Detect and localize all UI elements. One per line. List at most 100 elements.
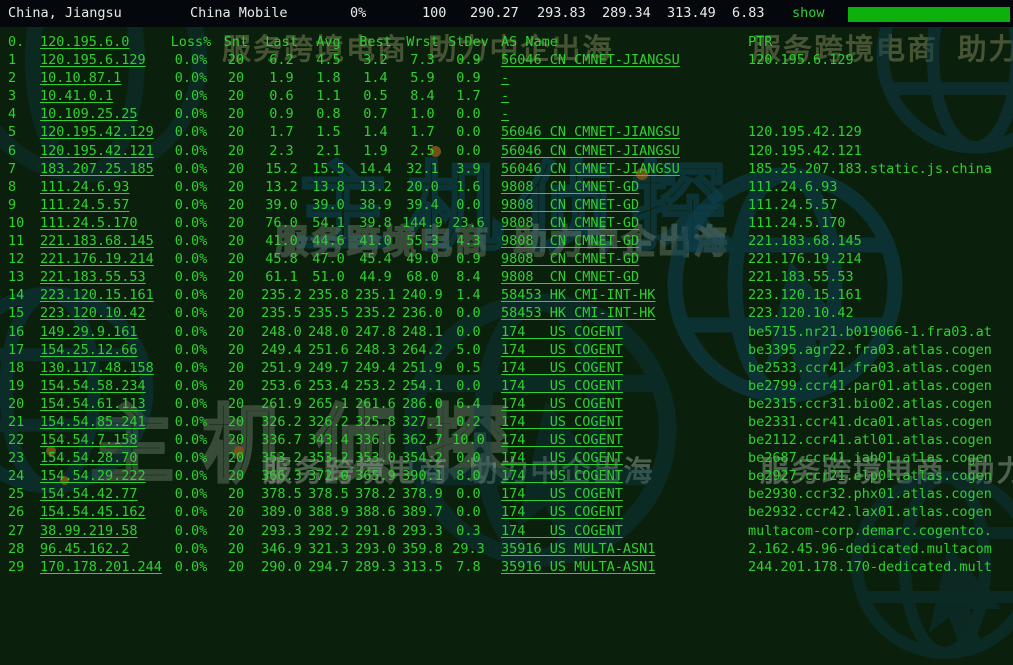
asname-link[interactable]: 58453 HK CMI-INT-HK [491,304,748,322]
snt-cell: 20 [227,70,245,87]
host-ip-link[interactable]: 223.120.10.42 [40,304,168,322]
asname-link[interactable]: 174 US COGENT [491,377,748,395]
asname-link[interactable]: 174 US COGENT [491,522,748,540]
asname-link[interactable]: - [491,105,748,123]
stdev-cell: 0.0 [456,486,481,503]
stdev-cell: 0.9 [456,52,481,69]
host-ip-link[interactable]: 154.54.29.222 [40,467,168,485]
host-ip-link[interactable]: 10.41.0.1 [40,87,168,105]
asname-link[interactable]: 56046 CN CMNET-JIANGSU [491,160,748,178]
best-cell: 249.4 [355,359,396,376]
host-ip-link[interactable]: 154.25.12.66 [40,341,168,359]
host-ip-link[interactable]: 130.117.48.158 [40,359,168,377]
wrst-cell: 354.2 [402,450,443,467]
host-ip-link[interactable]: 120.195.42.121 [40,142,168,160]
asname-link[interactable]: 174 US COGENT [491,323,748,341]
stdev-cell: 8.0 [456,468,481,485]
host-ip-link[interactable]: 221.183.68.145 [40,232,168,250]
loss-cell: 0.0% [174,52,208,69]
host-ip-link-header[interactable]: 120.195.6.0 [40,33,168,51]
asname-link[interactable]: 58453 HK CMI-INT-HK [491,286,748,304]
host-ip-link[interactable]: 120.195.42.129 [40,123,168,141]
best-cell: 38.9 [359,196,392,213]
asname-link[interactable]: 174 US COGENT [491,341,748,359]
summary-bar: China, Jiangsu China Mobile 0% 100 290.2… [0,0,1013,27]
asname-link[interactable]: 9808 CN CMNET-GD [491,250,748,268]
snt-cell: 20 [227,196,245,213]
avg-cell: 13.8 [312,178,345,195]
asname-link[interactable]: 35916 US MULTA-ASN1 [491,558,748,576]
hop-number: 13 [8,269,25,286]
host-ip-link[interactable]: 120.195.6.129 [40,51,168,69]
wrst-cell: 32.1 [406,160,439,177]
host-ip-link[interactable]: 154.54.45.162 [40,503,168,521]
snt-cell: 20 [227,377,245,394]
stdev-cell: 0.0 [456,323,481,340]
host-ip-link[interactable]: 170.178.201.244 [40,558,168,576]
best-cell: 1.9 [363,142,388,159]
loss-cell: 0.0% [174,540,208,557]
host-ip-link[interactable]: 154.54.85.241 [40,413,168,431]
host-ip-link[interactable]: 154.54.28.70 [40,449,168,467]
best-cell: 14.4 [359,160,392,177]
wrst-cell: 39.4 [406,196,439,213]
host-ip-link[interactable]: 183.207.25.185 [40,160,168,178]
asname-link[interactable]: 56046 CN CMNET-JIANGSU [491,142,748,160]
ptr-cell: be2112.ccr41.atl01.atlas.cogen [748,432,992,449]
asname-link[interactable]: 174 US COGENT [491,467,748,485]
stdev-cell: 7.8 [456,558,481,575]
wrst-cell: 68.0 [406,269,439,286]
snt-cell: 20 [227,124,245,141]
host-ip-link[interactable]: 149.29.9.161 [40,323,168,341]
host-ip-link[interactable]: 154.54.58.234 [40,377,168,395]
asname-link[interactable]: 9808 CN CMNET-GD [491,268,748,286]
asname-link[interactable]: 174 US COGENT [491,395,748,413]
asname-link[interactable]: 174 US COGENT [491,359,748,377]
host-ip-link[interactable]: 111.24.5.170 [40,214,168,232]
ptr-cell: 111.24.5.57 [748,196,838,213]
host-ip-link[interactable]: 221.183.55.53 [40,268,168,286]
asname-link[interactable]: 56046 CN CMNET-JIANGSU [491,123,748,141]
asname-link[interactable]: 174 US COGENT [491,485,748,503]
host-ip-link[interactable]: 10.10.87.1 [40,69,168,87]
host-ip-link[interactable]: 111.24.6.93 [40,178,168,196]
hop-number: 22 [8,432,25,449]
asname-link[interactable]: - [491,69,748,87]
best-cell: 13.2 [359,178,392,195]
host-ip-link[interactable]: 154.54.7.158 [40,431,168,449]
host-ip-link[interactable]: 96.45.162.2 [40,540,168,558]
avg-cell: 265.1 [308,395,349,412]
asname-link[interactable]: - [491,87,748,105]
summary-location: China, Jiangsu [8,5,122,21]
host-ip-link[interactable]: 10.109.25.25 [40,105,168,123]
asname-link[interactable]: 174 US COGENT [491,503,748,521]
summary-last: 290.27 [470,5,519,21]
asname-link[interactable]: 35916 US MULTA-ASN1 [491,540,748,558]
best-cell: 325.8 [355,413,396,430]
host-ip-link[interactable]: 154.54.61.113 [40,395,168,413]
asname-link[interactable]: 174 US COGENT [491,413,748,431]
wrst-cell: 251.9 [402,359,443,376]
asname-link[interactable]: 56046 CN CMNET-JIANGSU [491,51,748,69]
host-ip-link[interactable]: 38.99.219.58 [40,522,168,540]
stdev-cell: 5.0 [456,341,481,358]
last-cell: 249.4 [261,341,302,358]
hop-number: 7 [8,160,17,177]
show-link[interactable]: show [792,5,825,21]
wrst-cell: 389.7 [402,504,443,521]
wrst-cell: 1.0 [410,106,435,123]
asname-link[interactable]: 9808 CN CMNET-GD [491,232,748,250]
host-ip-link[interactable]: 221.176.19.214 [40,250,168,268]
ptr-cell: 120.195.42.129 [748,124,862,141]
asname-link[interactable]: 9808 CN CMNET-GD [491,178,748,196]
hop-row: 4 10.109.25.25 0.0% 20 0.9 0.8 0.7 1.0 0.0- [0,105,1013,123]
asname-link[interactable]: 9808 CN CMNET-GD [491,196,748,214]
asname-link[interactable]: 9808 CN CMNET-GD [491,214,748,232]
asname-link[interactable]: 174 US COGENT [491,449,748,467]
last-cell: 326.2 [261,413,302,430]
asname-link[interactable]: 174 US COGENT [491,431,748,449]
host-ip-link[interactable]: 223.120.15.161 [40,286,168,304]
last-cell: 336.7 [261,432,302,449]
host-ip-link[interactable]: 111.24.5.57 [40,196,168,214]
host-ip-link[interactable]: 154.54.42.77 [40,485,168,503]
